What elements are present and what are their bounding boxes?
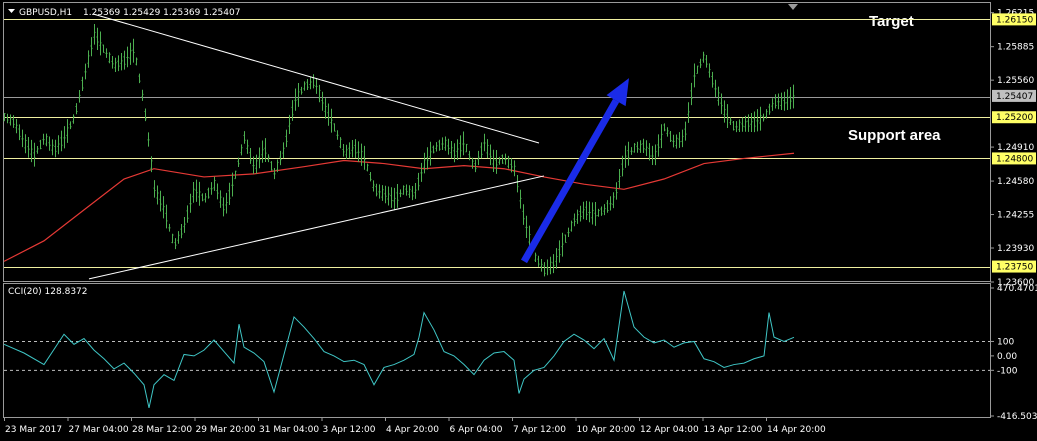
time-tick-label: 3 Apr 12:00: [323, 425, 376, 435]
price-tick-label: 1.24910: [997, 143, 1034, 153]
cci-tick-label: 0.00: [997, 352, 1017, 362]
price-tick-label: 1.25560: [997, 76, 1034, 86]
price-tag-label: 1.23750: [996, 263, 1033, 273]
price-axis: 1.262151.258851.255601.249101.245801.242…: [990, 9, 1034, 288]
time-tick-label: 7 Apr 12:00: [513, 425, 566, 435]
cci-tick-label: 100: [997, 337, 1014, 347]
price-tag-label: 1.25200: [996, 113, 1033, 123]
price-tick-label: 1.25885: [997, 43, 1034, 53]
time-tick-label: 28 Mar 12:00: [132, 425, 192, 435]
price-tick-label: 1.24255: [997, 211, 1034, 221]
time-tick-label: 23 Mar 2017: [5, 425, 62, 435]
price-tick-label: 1.23930: [997, 244, 1034, 254]
forex-chart[interactable]: GBPUSD,H1 1.25369 1.25429 1.25369 1.2540…: [0, 0, 1037, 441]
time-tick-label: 10 Apr 20:00: [577, 425, 636, 435]
time-tick-label: 6 Apr 04:00: [450, 425, 503, 435]
price-tag-label: 1.25407: [996, 92, 1033, 102]
cci-label: CCI(20) 128.8372: [8, 287, 88, 297]
time-tick-label: 12 Apr 04:00: [640, 425, 699, 435]
cci-tick-label: -100: [997, 366, 1018, 376]
time-tick-label: 31 Mar 04:00: [259, 425, 319, 435]
ohlc-values: 1.25369 1.25429 1.25369 1.25407: [83, 8, 240, 18]
target-annotation: Target: [869, 13, 914, 30]
time-tick-label: 27 Mar 04:00: [69, 425, 129, 435]
chart-background: [0, 0, 1037, 441]
symbol-label: GBPUSD,H1: [19, 8, 72, 18]
cci-tick-label: 470.4701: [997, 284, 1037, 294]
cci-tick-label: -416.5031: [997, 412, 1037, 422]
time-tick-label: 14 Apr 20:00: [767, 425, 826, 435]
price-tag-label: 1.24800: [996, 154, 1033, 164]
time-tick-label: 13 Apr 12:00: [704, 425, 763, 435]
price-tick-label: 1.24580: [997, 177, 1034, 187]
support-area-annotation: Support area: [848, 127, 941, 144]
time-tick-label: 29 Mar 20:00: [196, 425, 256, 435]
price-tag-label: 1.26150: [996, 15, 1033, 25]
time-tick-label: 4 Apr 20:00: [386, 425, 439, 435]
